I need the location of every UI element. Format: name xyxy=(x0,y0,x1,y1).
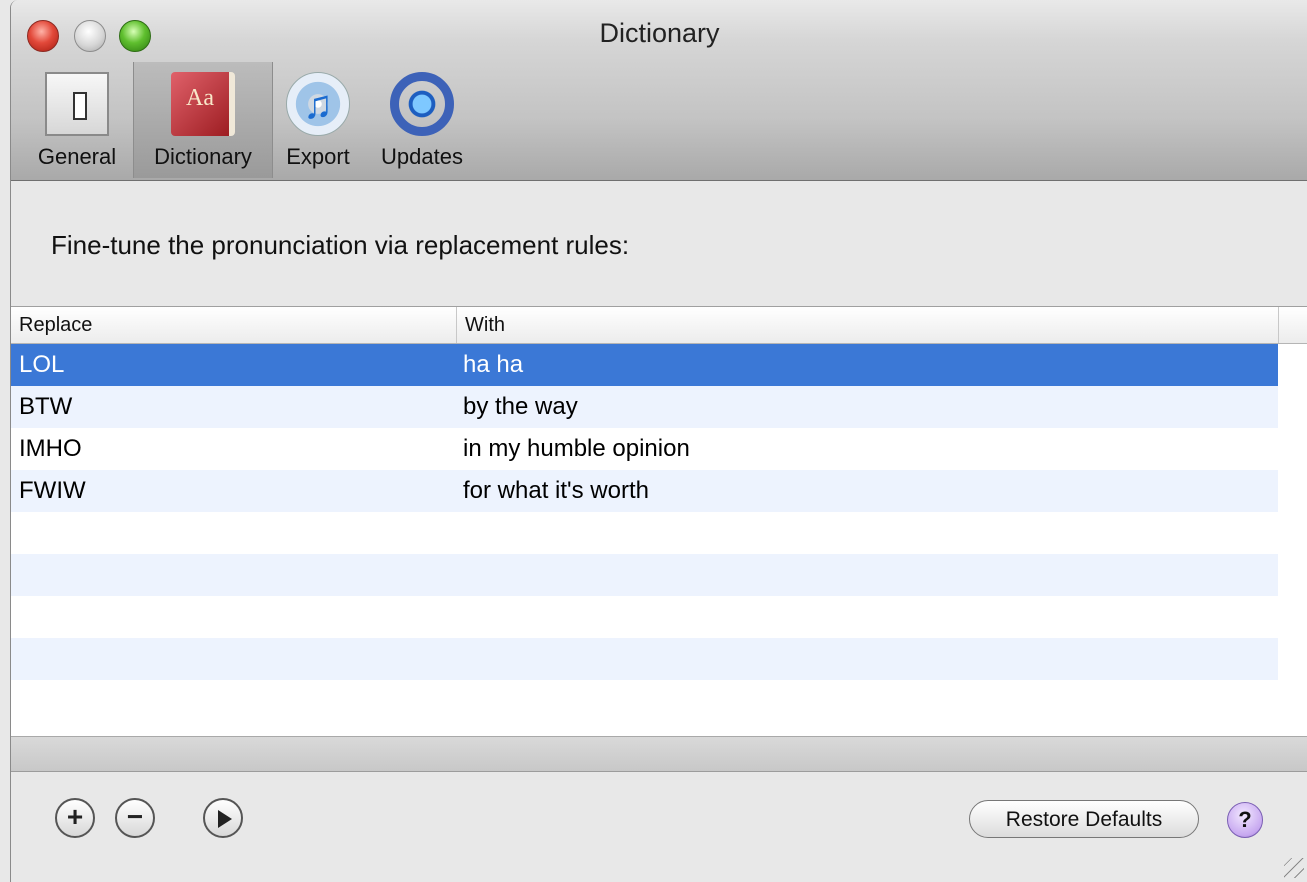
itunes-cd-icon: ♫ xyxy=(286,72,350,136)
column-header-replace[interactable]: Replace xyxy=(11,307,457,343)
resize-grip-icon[interactable] xyxy=(1284,858,1304,878)
table-row[interactable]: IMHO in my humble opinion xyxy=(11,428,1278,470)
toolbar-item-label: Dictionary xyxy=(154,144,252,169)
table-rows: LOL ha ha BTW by the way IMHO in my humb… xyxy=(11,344,1278,722)
replace-cell[interactable]: LOL xyxy=(19,344,64,386)
empty-table-row xyxy=(11,638,1278,680)
toolbar-item-export[interactable]: ♫ Export xyxy=(273,62,363,178)
toolbar-item-label: Export xyxy=(286,144,350,169)
toolbar-item-label: Updates xyxy=(381,144,463,169)
column-header-with[interactable]: With xyxy=(457,307,1279,343)
toolbar-item-updates[interactable]: Updates xyxy=(366,62,478,178)
toolbar-item-dictionary[interactable]: Aa Dictionary xyxy=(133,62,273,178)
replacement-rules-description: Fine-tune the pronunciation via replacem… xyxy=(51,230,630,260)
dictionary-book-icon: Aa xyxy=(171,72,235,136)
table-row[interactable]: FWIW for what it's worth xyxy=(11,470,1278,512)
table-bottom-bar xyxy=(11,736,1307,772)
with-cell[interactable]: by the way xyxy=(463,386,578,428)
remove-rule-button[interactable]: − xyxy=(115,798,155,838)
with-cell[interactable]: in my humble opinion xyxy=(463,428,690,470)
replace-cell[interactable]: FWIW xyxy=(19,470,86,512)
with-cell[interactable]: ha ha xyxy=(463,344,523,386)
empty-table-row xyxy=(11,554,1278,596)
empty-table-row xyxy=(11,680,1278,722)
restore-defaults-button[interactable]: Restore Defaults xyxy=(969,800,1199,838)
table-row[interactable]: LOL ha ha xyxy=(11,344,1278,386)
toolbar-item-label: General xyxy=(37,144,117,169)
add-rule-button[interactable]: + xyxy=(55,798,95,838)
table-header: Replace With xyxy=(11,307,1307,344)
window-title: Dictionary xyxy=(599,18,720,48)
sync-globe-icon xyxy=(390,72,454,136)
replace-cell[interactable]: BTW xyxy=(19,386,72,428)
empty-table-row xyxy=(11,596,1278,638)
replace-cell[interactable]: IMHO xyxy=(19,428,82,470)
table-row[interactable]: BTW by the way xyxy=(11,386,1278,428)
toolbar-item-general[interactable]: General xyxy=(21,62,133,178)
with-cell[interactable]: for what it's worth xyxy=(463,470,649,512)
play-pronunciation-button[interactable] xyxy=(203,798,243,838)
switch-icon xyxy=(45,72,109,136)
titlebar: Dictionary General Aa Dictionary ♫ Expor… xyxy=(11,0,1307,181)
empty-table-row xyxy=(11,512,1278,554)
play-icon xyxy=(218,809,232,828)
vertical-scrollbar-track[interactable] xyxy=(1278,344,1307,737)
replacement-rules-table: Replace With LOL ha ha BTW by the way IM… xyxy=(11,306,1307,737)
help-button[interactable]: ? xyxy=(1227,802,1263,838)
preferences-window: Dictionary General Aa Dictionary ♫ Expor… xyxy=(10,0,1307,882)
